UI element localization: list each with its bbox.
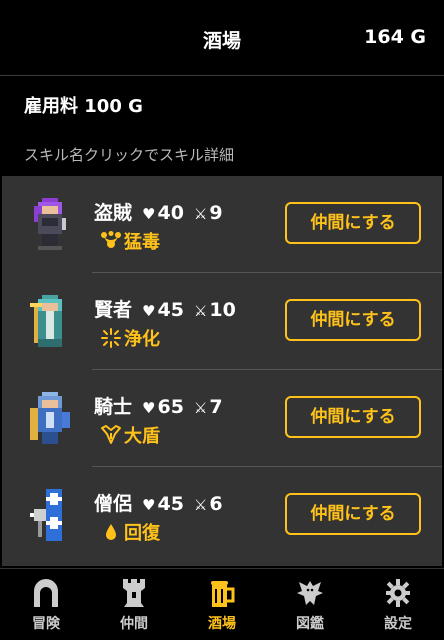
nav-adventure[interactable]: 冒険 [2, 569, 90, 640]
skill-name: 大盾 [124, 426, 160, 447]
recruit-row-thief: 盗賊 ♥ 40 ⚔ 9 猛毒 仲間にする [2, 176, 442, 273]
attack-value: 9 [209, 202, 223, 224]
tower-icon [123, 579, 145, 607]
nav-tavern[interactable]: 酒場 [178, 569, 266, 640]
heart-icon: ♥ [142, 496, 156, 514]
thief-sprite-icon [30, 198, 70, 250]
skill-link-poison[interactable]: 猛毒 [100, 228, 160, 254]
bottom-nav: 冒険 仲間 酒場 図鑑 設定 [0, 568, 444, 640]
poison-icon [101, 231, 121, 248]
dragon-icon [297, 581, 323, 605]
priest-sprite-icon [30, 489, 70, 541]
knight-sprite-icon [30, 392, 70, 444]
gold-counter: 164 G [364, 26, 426, 48]
recruit-row-priest: 僧侶 ♥ 45 ⚔ 6 回復 仲間にする [2, 467, 442, 564]
recruit-name: 騎士 [94, 396, 133, 418]
hp-value: 65 [157, 396, 184, 418]
skill-name: 猛毒 [124, 232, 160, 253]
nav-party[interactable]: 仲間 [90, 569, 178, 640]
hire-fee-text: 雇用料 100 G [24, 96, 143, 117]
sage-sprite-icon [30, 295, 70, 347]
attack-value: 7 [209, 396, 223, 418]
sword-icon: ⚔ [193, 205, 208, 223]
attack-value: 6 [209, 493, 223, 515]
skill-link-great-shield[interactable]: 大盾 [100, 422, 160, 448]
nav-label: 図鑑 [296, 616, 324, 632]
recruit-name: 盗賊 [94, 202, 133, 224]
hint-text: スキル名クリックでスキル詳細 [24, 146, 235, 164]
recruit-button[interactable]: 仲間にする [285, 493, 421, 535]
skill-name: 浄化 [124, 329, 160, 350]
nav-encyclopedia[interactable]: 図鑑 [266, 569, 354, 640]
sparkle-icon [101, 328, 121, 348]
heart-icon: ♥ [142, 205, 156, 223]
header-bar: 酒場 164 G [0, 0, 444, 76]
recruit-name: 僧侶 [94, 493, 133, 515]
recruit-button[interactable]: 仲間にする [285, 396, 421, 438]
recruit-info: 賢者 ♥ 45 ⚔ 10 [94, 295, 236, 322]
sword-icon: ⚔ [193, 496, 208, 514]
nav-label: 仲間 [120, 616, 148, 632]
recruit-info: 盗賊 ♥ 40 ⚔ 9 [94, 198, 223, 225]
recruit-name: 賢者 [94, 299, 133, 321]
nav-settings[interactable]: 設定 [354, 569, 442, 640]
hp-value: 40 [157, 202, 184, 224]
sword-icon: ⚔ [193, 302, 208, 320]
sword-icon: ⚔ [193, 399, 208, 417]
skill-link-purify[interactable]: 浄化 [100, 325, 160, 351]
beer-mug-icon [211, 581, 235, 607]
nav-label: 酒場 [208, 616, 236, 632]
hp-value: 45 [157, 299, 184, 321]
heart-icon: ♥ [142, 302, 156, 320]
skill-link-heal[interactable]: 回復 [100, 519, 160, 545]
recruit-list: 盗賊 ♥ 40 ⚔ 9 猛毒 仲間にする 賢者 ♥ 45 ⚔ 10 浄化 仲間に… [2, 176, 442, 566]
hp-value: 45 [157, 493, 184, 515]
nav-label: 冒険 [32, 616, 60, 632]
recruit-info: 僧侶 ♥ 45 ⚔ 6 [94, 489, 223, 516]
recruit-button[interactable]: 仲間にする [285, 299, 421, 341]
heart-icon: ♥ [142, 399, 156, 417]
attack-value: 10 [209, 299, 236, 321]
shield-crest-icon [101, 425, 121, 444]
recruit-row-sage: 賢者 ♥ 45 ⚔ 10 浄化 仲間にする [2, 273, 442, 370]
gate-icon [34, 579, 58, 607]
nav-label: 設定 [384, 616, 412, 632]
recruit-row-knight: 騎士 ♥ 65 ⚔ 7 大盾 仲間にする [2, 370, 442, 467]
recruit-button[interactable]: 仲間にする [285, 202, 421, 244]
droplet-icon [106, 524, 116, 540]
skill-name: 回復 [124, 523, 160, 544]
recruit-info: 騎士 ♥ 65 ⚔ 7 [94, 392, 223, 419]
gear-icon [386, 579, 410, 607]
